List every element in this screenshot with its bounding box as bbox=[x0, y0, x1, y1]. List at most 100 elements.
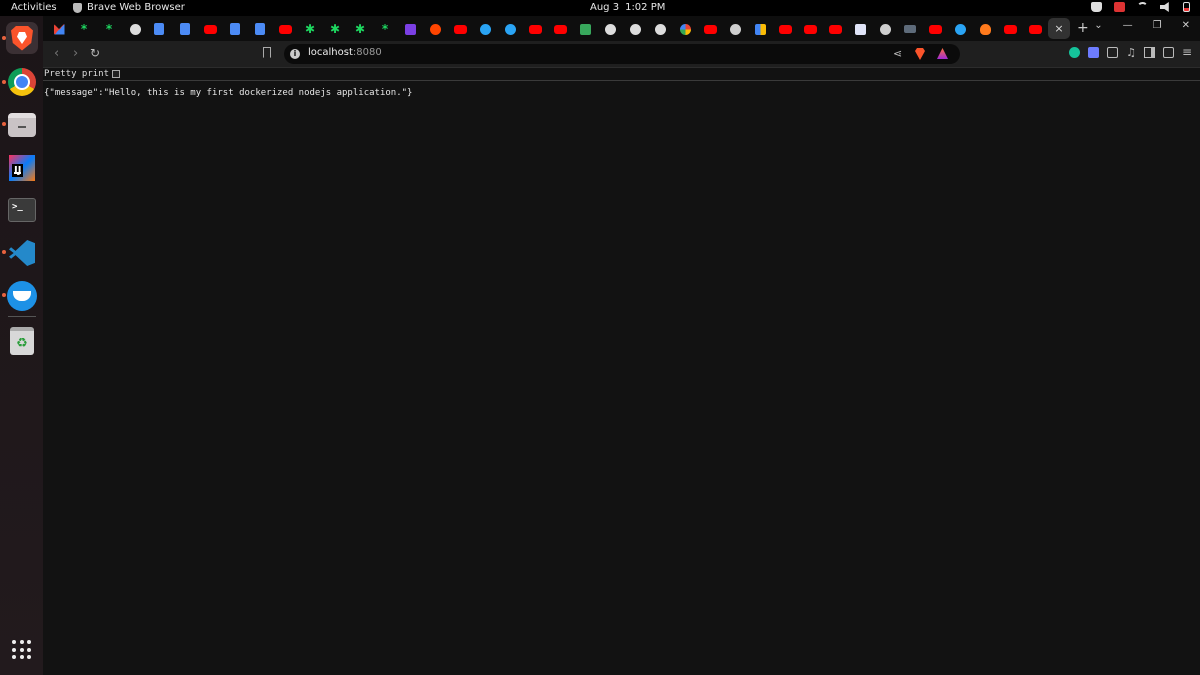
spark-icon: * bbox=[381, 22, 389, 36]
tab-docs[interactable] bbox=[149, 20, 169, 38]
trash-icon: ♻ bbox=[10, 327, 34, 355]
close-window-icon[interactable]: ✕ bbox=[1182, 20, 1190, 31]
site-info-icon[interactable]: i bbox=[290, 49, 300, 59]
tab-web[interactable] bbox=[975, 20, 995, 38]
dock-intellij-idea[interactable]: IJ bbox=[6, 152, 38, 184]
tab-youtube[interactable] bbox=[1000, 20, 1020, 38]
tab-web[interactable] bbox=[875, 20, 895, 38]
extension-icon[interactable] bbox=[1088, 47, 1100, 58]
web-icon bbox=[879, 23, 891, 35]
pretty-print-checkbox[interactable] bbox=[112, 70, 121, 78]
dock: IJ >_ ♻ bbox=[0, 16, 43, 675]
tab-spark[interactable]: ✱ bbox=[300, 20, 320, 38]
forward-icon[interactable]: › bbox=[73, 46, 78, 61]
pretty-print-toggle[interactable]: Pretty print bbox=[44, 68, 121, 80]
tab-youtube[interactable] bbox=[800, 20, 820, 38]
app-menu[interactable]: Brave Web Browser bbox=[73, 2, 185, 13]
bookmark-icon[interactable] bbox=[263, 47, 271, 58]
show-applications-icon[interactable] bbox=[12, 640, 32, 660]
tab-github[interactable] bbox=[625, 20, 645, 38]
tab-github[interactable] bbox=[650, 20, 670, 38]
pretty-print-label: Pretty print bbox=[44, 69, 110, 79]
divider bbox=[43, 80, 1200, 81]
extensions-icon[interactable] bbox=[1107, 47, 1119, 58]
tab-youtube[interactable] bbox=[450, 20, 470, 38]
dock-visual-studio-code[interactable] bbox=[6, 237, 38, 269]
youtube-icon bbox=[453, 24, 467, 34]
tab-google[interactable] bbox=[675, 20, 695, 38]
battery-icon[interactable] bbox=[1183, 2, 1190, 12]
media-icon[interactable]: ♫ bbox=[1126, 46, 1136, 59]
minimize-icon[interactable]: — bbox=[1123, 20, 1133, 31]
youtube-icon bbox=[528, 24, 542, 34]
tab-spark[interactable]: * bbox=[375, 20, 395, 38]
tab-web[interactable] bbox=[575, 20, 595, 38]
spark-icon: * bbox=[105, 22, 113, 36]
tab-docs[interactable] bbox=[250, 20, 270, 38]
share-icon[interactable]: ⋖ bbox=[893, 47, 902, 60]
tab-web[interactable] bbox=[500, 20, 520, 38]
tab-spark[interactable]: * bbox=[74, 20, 94, 38]
tab-web[interactable] bbox=[725, 20, 745, 38]
tab-youtube[interactable] bbox=[700, 20, 720, 38]
url-text[interactable]: localhost:8080 bbox=[308, 47, 382, 58]
web-icon bbox=[854, 23, 866, 35]
dock-docker-desktop[interactable] bbox=[6, 280, 38, 312]
tab-web[interactable] bbox=[950, 20, 970, 38]
tab-github[interactable] bbox=[125, 20, 145, 38]
new-tab-button[interactable]: + bbox=[1077, 20, 1089, 36]
tab-spark[interactable]: * bbox=[99, 20, 119, 38]
tab-gmail[interactable] bbox=[49, 20, 69, 38]
json-response-text: {"message":"Hello, this is my first dock… bbox=[44, 88, 413, 98]
menu-icon[interactable]: ≡ bbox=[1182, 46, 1192, 58]
recording-tray-icon[interactable] bbox=[1114, 2, 1125, 12]
tab-youtube[interactable] bbox=[1025, 20, 1045, 38]
sidebar-icon[interactable] bbox=[1143, 47, 1155, 58]
reload-icon[interactable]: ↻ bbox=[90, 46, 100, 60]
tab-youtube[interactable] bbox=[525, 20, 545, 38]
tab-youtube[interactable] bbox=[925, 20, 945, 38]
system-tray[interactable] bbox=[1091, 2, 1190, 12]
activities-button[interactable]: Activities bbox=[11, 2, 57, 13]
tab-search-icon[interactable]: ⌄ bbox=[1094, 20, 1102, 31]
youtube-icon bbox=[278, 24, 292, 34]
tab-youtube[interactable] bbox=[275, 20, 295, 38]
dock-terminal[interactable]: >_ bbox=[6, 194, 38, 226]
tab-spark[interactable]: ✱ bbox=[350, 20, 370, 38]
google-icon bbox=[679, 23, 691, 35]
active-tab-close-button[interactable]: × bbox=[1048, 18, 1070, 39]
tab-youtube[interactable] bbox=[550, 20, 570, 38]
dock-files[interactable] bbox=[6, 109, 38, 141]
dock-google-chrome[interactable] bbox=[6, 66, 38, 98]
brave-shields-icon[interactable] bbox=[915, 48, 925, 60]
restore-icon[interactable]: ❐ bbox=[1153, 20, 1162, 31]
tab-github[interactable] bbox=[600, 20, 620, 38]
tab-web[interactable] bbox=[750, 20, 770, 38]
tab-docs[interactable] bbox=[175, 20, 195, 38]
spark-icon: ✱ bbox=[354, 22, 366, 36]
back-icon[interactable]: ‹ bbox=[54, 46, 59, 61]
wifi-icon[interactable] bbox=[1137, 2, 1148, 12]
tab-reddit[interactable] bbox=[425, 20, 445, 38]
dock-trash[interactable]: ♻ bbox=[6, 325, 38, 357]
brave-rewards-icon[interactable] bbox=[937, 48, 948, 59]
spark-icon: ✱ bbox=[329, 22, 341, 36]
tab-youtube[interactable] bbox=[825, 20, 845, 38]
tab-youtube[interactable] bbox=[200, 20, 220, 38]
docs-icon bbox=[230, 23, 240, 35]
tab-web[interactable] bbox=[850, 20, 870, 38]
docker-tray-icon[interactable] bbox=[1091, 2, 1102, 12]
tab-web[interactable] bbox=[400, 20, 420, 38]
tab-youtube[interactable] bbox=[775, 20, 795, 38]
tab-web[interactable] bbox=[900, 20, 920, 38]
dock-brave-browser[interactable] bbox=[6, 22, 38, 54]
tab-web[interactable] bbox=[475, 20, 495, 38]
tab-spark[interactable]: ✱ bbox=[325, 20, 345, 38]
clock[interactable]: Aug 3 1:02 PM bbox=[590, 2, 665, 13]
tab-docs[interactable] bbox=[225, 20, 245, 38]
address-bar[interactable]: i localhost:8080 ⋖ bbox=[284, 44, 960, 64]
grammarly-icon[interactable] bbox=[1069, 47, 1081, 58]
wallet-icon[interactable] bbox=[1162, 47, 1174, 58]
volume-icon[interactable] bbox=[1160, 2, 1169, 12]
spark-icon: * bbox=[80, 22, 88, 36]
